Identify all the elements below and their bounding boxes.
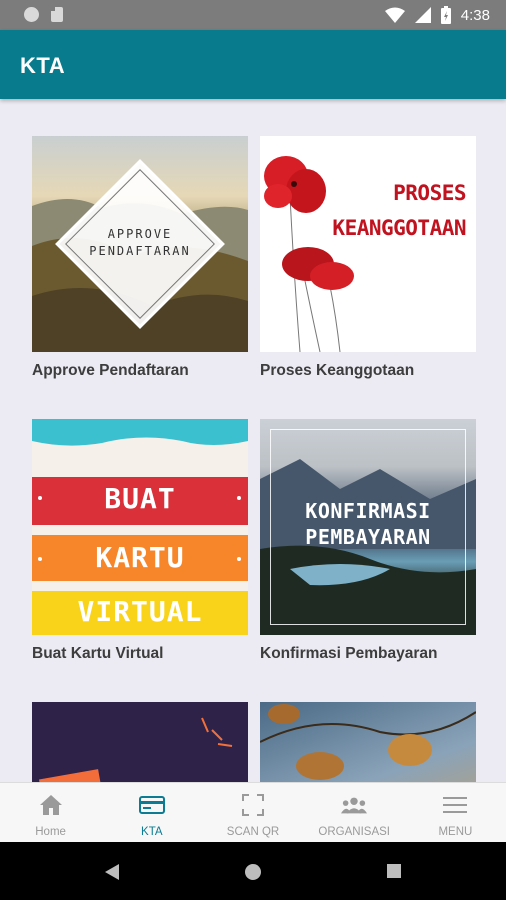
image-text-line: VIRTUAL (77, 595, 203, 628)
back-icon[interactable] (104, 863, 120, 881)
status-bar: 4:38 (0, 0, 506, 30)
nav-label: ORGANISASI (318, 826, 390, 838)
decorative-lines-icon (38, 717, 233, 782)
image-text-line: APPROVE (107, 227, 173, 241)
card-5-image[interactable] (32, 702, 248, 782)
image-text-line: KONFIRMASI (305, 499, 431, 523)
card-approve-pendaftaran[interactable]: APPROVE PENDAFTARAN Approve Pendaftaran (32, 136, 248, 379)
nav-label: SCAN QR (226, 826, 280, 838)
nav-label: Home (35, 826, 66, 838)
image-text-line: PEMBAYARAN (305, 525, 431, 549)
group-icon (341, 793, 368, 817)
signal-icon (414, 7, 431, 23)
menu-grid: APPROVE PENDAFTARAN Approve Pendaftaran … (0, 99, 506, 782)
image-text-line: KEANGGOTAAN (332, 216, 466, 240)
card-label: Buat Kartu Virtual (32, 645, 164, 662)
proses-keanggotaan-image[interactable]: PROSES KEANGGOTAAN (260, 136, 476, 352)
card-buat-kartu-virtual[interactable]: BUAT KARTU VIRTUAL Buat Kartu Virtual (32, 419, 248, 662)
card-label: Approve Pendaftaran (32, 362, 189, 379)
autumn-leaves-icon (260, 704, 476, 780)
nav-item-organisasi[interactable]: ORGANISASI (304, 783, 405, 843)
konfirmasi-pembayaran-image[interactable]: KONFIRMASI PEMBAYARAN (260, 419, 476, 635)
bottom-navigation: Home KTA SCAN QR ORGANISASI MENU (0, 782, 506, 842)
image-text-line: PENDAFTARAN (89, 244, 191, 258)
card-icon (138, 793, 165, 817)
nav-item-home[interactable]: Home (0, 783, 101, 843)
battery-icon (440, 6, 451, 24)
sd-card-icon (51, 7, 63, 22)
wifi-icon (384, 7, 405, 23)
app-bar: KTA (0, 30, 506, 99)
image-text-line: PROSES (393, 181, 466, 205)
scan-qr-icon (240, 793, 266, 817)
approve-pendaftaran-image[interactable]: APPROVE PENDAFTARAN (32, 136, 248, 352)
nav-item-kta[interactable]: KTA (101, 783, 202, 843)
page-title: KTA (20, 53, 66, 78)
card-label: Konfirmasi Pembayaran (260, 645, 438, 662)
card-6-image[interactable] (260, 702, 476, 782)
system-navigation-bar (0, 842, 506, 900)
card-konfirmasi-pembayaran[interactable]: KONFIRMASI PEMBAYARAN Konfirmasi Pembaya… (260, 419, 476, 662)
card-6[interactable] (260, 702, 476, 782)
home-circle-icon[interactable] (244, 863, 262, 881)
home-icon (38, 793, 64, 817)
buat-kartu-virtual-image[interactable]: BUAT KARTU VIRTUAL (32, 419, 248, 635)
nav-label: KTA (141, 826, 163, 838)
nav-item-menu[interactable]: MENU (405, 783, 506, 843)
notification-circle-icon (24, 7, 39, 22)
card-label: Proses Keanggotaan (260, 362, 415, 379)
nav-label: MENU (438, 826, 473, 838)
nav-item-scan-qr[interactable]: SCAN QR (202, 783, 303, 843)
image-text-line: KARTU (95, 541, 185, 574)
card-5[interactable] (32, 702, 248, 782)
recents-icon[interactable] (386, 863, 402, 879)
clock: 4:38 (460, 6, 490, 24)
poppy-flower-icon (264, 156, 354, 352)
image-text-line: BUAT (104, 482, 176, 515)
card-proses-keanggotaan[interactable]: PROSES KEANGGOTAAN Proses Keanggotaan (260, 136, 476, 379)
menu-icon (442, 793, 468, 817)
